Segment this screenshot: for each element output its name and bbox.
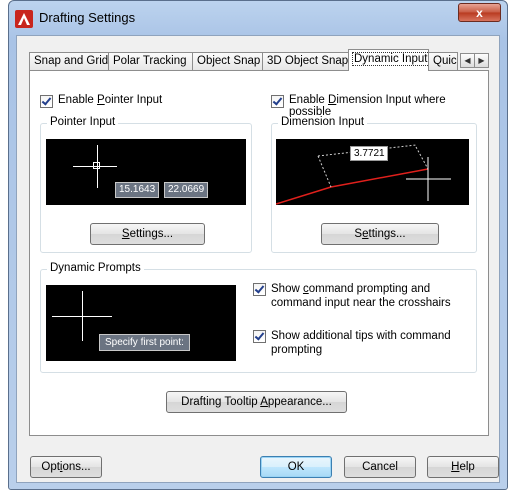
drafting-tooltip-appearance-button[interactable]: Drafting Tooltip Appearance...: [166, 391, 347, 413]
pointer-settings-button[interactable]: Settings...: [90, 223, 205, 245]
dynamic-prompts-preview: Specify first point:: [46, 285, 236, 361]
show-command-prompting-checkbox[interactable]: Show command prompting and command input …: [253, 282, 468, 310]
drafting-settings-window: Drafting Settings x Snap and Grid Polar …: [8, 0, 508, 490]
pointer-coord-y: 22.0669: [164, 182, 209, 198]
checkbox-box[interactable]: [271, 95, 284, 108]
close-button[interactable]: x: [458, 3, 501, 22]
dimension-extension-line-right: [415, 146, 429, 170]
autocad-logo-icon: [15, 10, 33, 28]
pickbox: [93, 162, 100, 169]
pointer-input-preview: 15.1643 22.0669: [46, 139, 246, 205]
tab-3d-object-snap[interactable]: 3D Object Snap: [262, 52, 349, 70]
checkbox-box[interactable]: [253, 330, 266, 343]
options-button[interactable]: Options...: [30, 456, 102, 478]
dimension-extension-line-left: [317, 155, 332, 188]
tab-scroll-right-button[interactable]: ▶: [474, 53, 489, 68]
tab-snap-and-grid[interactable]: Snap and Grid: [29, 52, 109, 70]
chevron-right-icon: ▶: [478, 56, 485, 65]
dynamic-prompts-group-label: Dynamic Prompts: [47, 262, 144, 274]
dimension-value-box: 3.7721: [350, 146, 388, 161]
dynamic-input-page: Enable Pointer Input Enable Dimension In…: [29, 70, 489, 436]
show-additional-tips-label: Show additional tips with command prompti…: [271, 330, 451, 356]
tab-quick-properties[interactable]: Quic: [428, 52, 458, 70]
dimension-input-group: Dimension Input 3.7721 Settings...: [271, 116, 477, 253]
dimension-settings-button[interactable]: Settings...: [321, 223, 439, 245]
checkbox-box[interactable]: [253, 283, 266, 296]
cancel-button[interactable]: Cancel: [344, 456, 416, 478]
pointer-input-group-label: Pointer Input: [47, 116, 119, 128]
pointer-input-group: Pointer Input 15.1643 22.0669 Settings..…: [40, 116, 252, 253]
window-title: Drafting Settings: [39, 10, 136, 25]
crosshair-vertical: [82, 291, 83, 341]
dialog-client-area: Snap and Grid Polar Tracking Object Snap…: [16, 35, 500, 483]
tab-dynamic-input[interactable]: Dynamic Input: [348, 49, 429, 71]
enable-pointer-input-checkbox[interactable]: Enable Pointer Input: [40, 94, 162, 108]
pointer-coord-x: 15.1643: [115, 182, 160, 198]
dimension-input-group-label: Dimension Input: [278, 116, 368, 128]
tab-polar-tracking[interactable]: Polar Tracking: [108, 52, 193, 70]
dimension-input-preview: 3.7721: [276, 139, 469, 205]
dimension-red-segment: [330, 168, 429, 188]
help-button[interactable]: Help: [427, 456, 499, 478]
checkbox-box[interactable]: [40, 95, 53, 108]
enable-dimension-input-checkbox[interactable]: Enable Dimension Input where possible: [271, 94, 488, 118]
enable-dimension-input-label: Enable Dimension Input where possible: [289, 94, 446, 118]
show-additional-tips-checkbox[interactable]: Show additional tips with command prompti…: [253, 329, 468, 357]
enable-pointer-input-label: Enable Pointer Input: [58, 94, 163, 106]
tab-object-snap[interactable]: Object Snap: [192, 52, 263, 70]
tab-scroll-left-button[interactable]: ◀: [460, 53, 475, 68]
dynamic-prompts-group: Dynamic Prompts Specify first point: Sho…: [40, 262, 477, 373]
prompt-tooltip: Specify first point:: [99, 334, 190, 351]
ok-button[interactable]: OK: [260, 456, 332, 478]
show-command-prompting-label: Show command prompting and command input …: [271, 283, 451, 309]
chevron-left-icon: ◀: [464, 56, 471, 65]
title-bar[interactable]: Drafting Settings x: [9, 1, 507, 35]
dimension-base-line: [276, 186, 332, 205]
